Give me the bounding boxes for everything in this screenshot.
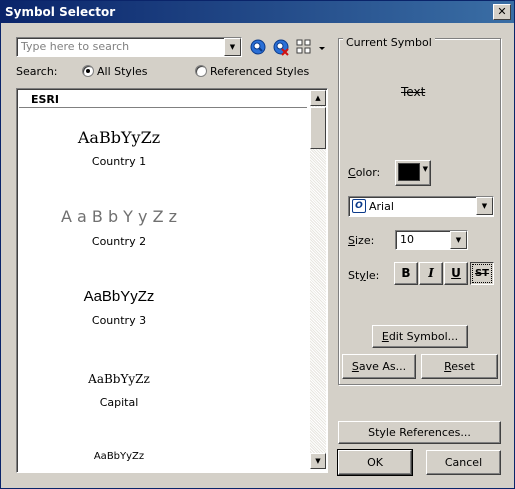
font-name: Arial bbox=[369, 200, 394, 213]
list-scrollbar[interactable]: ▲ ▼ bbox=[310, 90, 326, 469]
item-preview: A a B b Y y Z z bbox=[60, 207, 178, 226]
size-label: Size: bbox=[348, 234, 375, 247]
list-item[interactable]: AaBbYyZz Capital bbox=[19, 372, 219, 409]
item-name: Country 2 bbox=[91, 235, 147, 248]
list-item[interactable]: A a B b Y y Z z Country 2 bbox=[19, 207, 219, 248]
color-swatch bbox=[398, 163, 420, 181]
search-label: Search: bbox=[16, 65, 58, 78]
symbol-selector-window: Symbol Selector ✕ Type here to search ▼ … bbox=[0, 0, 515, 489]
item-preview: AaBbYyZz bbox=[88, 372, 150, 386]
item-name: Country 1 bbox=[91, 155, 147, 168]
symbol-list[interactable]: ESRI AaBbYyZz Country 1 A a B b Y y Z z … bbox=[16, 88, 328, 473]
size-select[interactable]: 10 ▼ bbox=[395, 230, 468, 250]
scroll-up-icon[interactable]: ▲ bbox=[310, 90, 326, 106]
current-symbol-legend: Current Symbol bbox=[343, 36, 435, 49]
radio-selected-dot bbox=[86, 69, 90, 73]
font-dropdown-arrow[interactable]: ▼ bbox=[476, 197, 493, 215]
scroll-down-icon[interactable]: ▼ bbox=[310, 453, 326, 469]
cancel-button[interactable]: Cancel bbox=[426, 450, 501, 475]
search-placeholder: Type here to search bbox=[21, 40, 130, 53]
style-references-button[interactable]: Style References... bbox=[338, 421, 501, 444]
group-header-label: ESRI bbox=[31, 93, 59, 106]
color-dropdown-arrow: ▼ bbox=[422, 165, 428, 173]
color-label: Color: bbox=[348, 166, 381, 179]
size-dropdown-arrow[interactable]: ▼ bbox=[450, 231, 467, 249]
save-as-button[interactable]: Save As... bbox=[342, 354, 416, 379]
view-options-icon[interactable] bbox=[295, 38, 325, 56]
title-bar: Symbol Selector ✕ bbox=[1, 1, 514, 23]
clear-search-icon[interactable] bbox=[272, 38, 290, 56]
window-title: Symbol Selector bbox=[5, 5, 116, 19]
italic-button[interactable]: I bbox=[419, 262, 443, 285]
scroll-thumb[interactable] bbox=[310, 107, 326, 149]
list-item[interactable]: AaBbYyZz bbox=[19, 451, 219, 462]
item-preview: AaBbYyZz bbox=[83, 288, 155, 305]
reset-button[interactable]: Reset bbox=[421, 354, 498, 379]
edit-symbol-button[interactable]: Edit Symbol... bbox=[372, 325, 468, 348]
close-button[interactable]: ✕ bbox=[493, 4, 511, 20]
item-name: Country 3 bbox=[91, 314, 147, 327]
symbol-preview: Text bbox=[401, 85, 426, 99]
item-preview: AaBbYyZz bbox=[77, 128, 161, 147]
list-item[interactable]: AaBbYyZz Country 1 bbox=[19, 128, 219, 168]
item-name: Capital bbox=[99, 396, 139, 409]
radio-all-styles-label[interactable]: All Styles bbox=[97, 65, 148, 78]
font-select[interactable]: O Arial ▼ bbox=[348, 196, 494, 217]
ok-button[interactable]: OK bbox=[337, 449, 413, 476]
list-item[interactable]: AaBbYyZz Country 3 bbox=[19, 288, 219, 327]
radio-referenced-styles[interactable] bbox=[195, 65, 207, 77]
radio-all-styles[interactable] bbox=[82, 65, 94, 77]
underline-button[interactable]: U bbox=[444, 262, 468, 285]
search-icon[interactable] bbox=[249, 38, 267, 56]
style-label: Style: bbox=[348, 269, 380, 282]
item-preview: AaBbYyZz bbox=[93, 451, 145, 462]
radio-referenced-styles-label[interactable]: Referenced Styles bbox=[210, 65, 309, 78]
search-dropdown-arrow[interactable]: ▼ bbox=[224, 38, 241, 56]
bold-button[interactable]: B bbox=[394, 262, 418, 285]
list-group-header: ESRI bbox=[19, 91, 307, 108]
size-value: 10 bbox=[400, 233, 414, 246]
strikethrough-button[interactable]: ST bbox=[470, 262, 494, 285]
search-input[interactable]: Type here to search ▼ bbox=[16, 37, 242, 57]
opentype-font-icon: O bbox=[352, 199, 366, 213]
